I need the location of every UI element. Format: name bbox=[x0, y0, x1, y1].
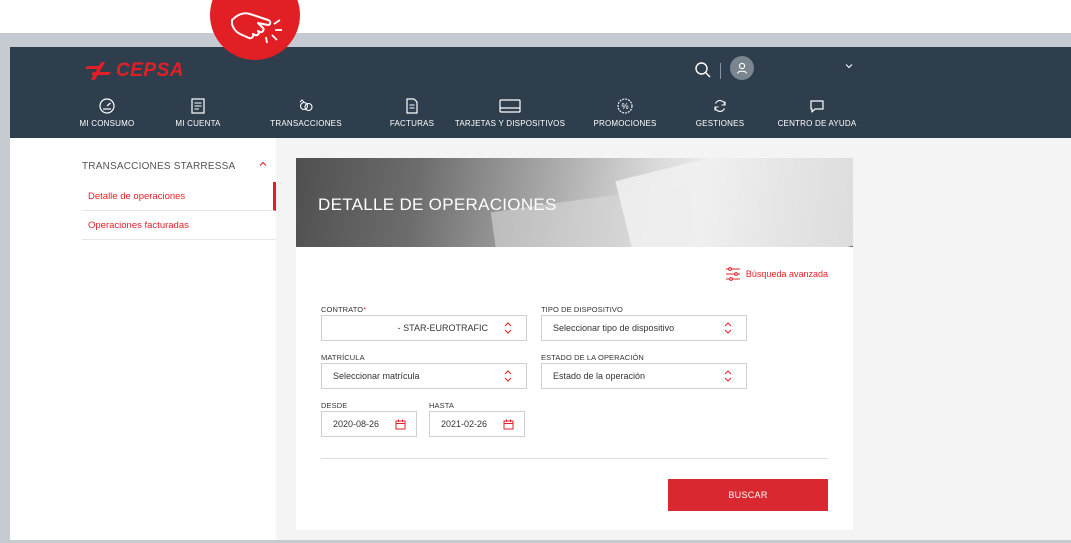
tipo-dispositivo-label: TIPO DE DISPOSITIVO bbox=[541, 305, 623, 314]
contrato-value: - STAR-EUROTRAFIC bbox=[397, 323, 488, 333]
contrato-select[interactable]: - STAR-EUROTRAFIC bbox=[321, 315, 527, 341]
search-form: Búsqueda avanzada CONTRATO* - STAR-EUROT… bbox=[296, 247, 853, 530]
form-divider bbox=[321, 458, 828, 459]
svg-text:%: % bbox=[621, 102, 628, 111]
banner-image-paper bbox=[615, 158, 853, 247]
brand-name: CEPSA bbox=[116, 60, 184, 81]
nav-label: PROMOCIONES bbox=[593, 119, 657, 128]
nav-label: MI CONSUMO bbox=[79, 119, 135, 128]
hand-pointer-icon bbox=[231, 12, 282, 44]
nav-label: MI CUENTA bbox=[175, 119, 221, 128]
app-window: CEPSA MI CONSUMO MI CUENTA TRANSACCIONES… bbox=[10, 47, 1071, 540]
nav-gestiones[interactable]: GESTIONES bbox=[690, 97, 750, 133]
nav-tarjetas-dispositivos[interactable]: TARJETAS Y DISPOSITIVOS bbox=[450, 97, 570, 133]
search-button[interactable]: BUSCAR bbox=[668, 479, 828, 511]
gauge-icon bbox=[99, 98, 115, 114]
estado-label: ESTADO DE LA OPERACIÓN bbox=[541, 353, 644, 362]
desde-label: DESDE bbox=[321, 401, 348, 410]
sidebar-item-label: Detalle de operaciones bbox=[88, 190, 186, 202]
cepsa-logo-mark-icon bbox=[85, 60, 112, 82]
desde-date-input[interactable]: 2020-08-26 bbox=[321, 411, 417, 437]
advanced-search-link[interactable]: Búsqueda avanzada bbox=[725, 267, 828, 281]
transactions-icon bbox=[299, 99, 313, 112]
tipo-dispositivo-value: Seleccionar tipo de dispositivo bbox=[553, 323, 675, 333]
hasta-label: HASTA bbox=[429, 401, 454, 410]
chat-icon bbox=[810, 100, 824, 113]
matricula-select[interactable]: Seleccionar matrícula bbox=[321, 363, 527, 389]
filter-sliders-icon bbox=[725, 267, 740, 281]
invoice-icon bbox=[406, 98, 418, 114]
nav-mi-cuenta[interactable]: MI CUENTA bbox=[168, 97, 228, 133]
nav-facturas[interactable]: FACTURAS bbox=[382, 97, 442, 133]
top-header: CEPSA MI CONSUMO MI CUENTA TRANSACCIONES… bbox=[10, 47, 1071, 138]
user-icon bbox=[736, 62, 748, 74]
matricula-label: MATRÍCULA bbox=[321, 353, 365, 362]
chevron-down-icon[interactable] bbox=[844, 61, 854, 71]
select-arrows-icon bbox=[724, 370, 732, 382]
sidebar: TRANSACCIONES STARRESSA Detalle de opera… bbox=[10, 138, 276, 540]
cepsa-logo[interactable]: CEPSA bbox=[85, 57, 184, 85]
required-mark: * bbox=[363, 305, 367, 314]
nav-label: GESTIONES bbox=[695, 119, 745, 128]
select-arrows-icon bbox=[504, 370, 512, 382]
select-arrows-icon bbox=[504, 322, 512, 334]
sidebar-section-title: TRANSACCIONES STARRESSA bbox=[82, 161, 236, 172]
nav-label: TRANSACCIONES bbox=[270, 119, 342, 128]
percent-icon: % bbox=[617, 98, 633, 114]
calendar-icon[interactable] bbox=[503, 419, 514, 430]
page-banner: DETALLE DE OPERACIONES bbox=[296, 158, 853, 247]
calendar-icon[interactable] bbox=[395, 419, 406, 430]
search-icon[interactable] bbox=[694, 61, 712, 79]
nav-label: CENTRO DE AYUDA bbox=[777, 119, 857, 128]
nav-transacciones[interactable]: TRANSACCIONES bbox=[266, 97, 346, 133]
hasta-value: 2021-02-26 bbox=[441, 419, 488, 429]
select-arrows-icon bbox=[724, 322, 732, 334]
advanced-search-label: Búsqueda avanzada bbox=[745, 269, 828, 279]
tipo-dispositivo-select[interactable]: Seleccionar tipo de dispositivo bbox=[541, 315, 747, 341]
card-icon bbox=[499, 99, 521, 113]
nav-promociones[interactable]: % PROMOCIONES bbox=[590, 97, 660, 133]
refresh-icon bbox=[714, 100, 726, 112]
nav-centro-ayuda[interactable]: CENTRO DE AYUDA bbox=[772, 97, 862, 133]
hasta-date-input[interactable]: 2021-02-26 bbox=[429, 411, 525, 437]
estado-select[interactable]: Estado de la operación bbox=[541, 363, 747, 389]
user-avatar[interactable] bbox=[730, 56, 754, 80]
sidebar-item-detalle-operaciones[interactable]: Detalle de operaciones bbox=[82, 182, 276, 211]
nav-label: FACTURAS bbox=[389, 119, 435, 128]
page-title: DETALLE DE OPERACIONES bbox=[318, 195, 557, 214]
header-divider bbox=[720, 63, 721, 79]
contrato-label-text: CONTRATO bbox=[321, 305, 364, 314]
matricula-value: Seleccionar matrícula bbox=[333, 371, 420, 381]
chevron-up-icon bbox=[259, 161, 267, 166]
nav-mi-consumo[interactable]: MI CONSUMO bbox=[76, 97, 138, 133]
sidebar-section-header[interactable]: TRANSACCIONES STARRESSA bbox=[82, 156, 276, 182]
account-icon bbox=[191, 98, 205, 114]
nav-label: TARJETAS Y DISPOSITIVOS bbox=[454, 119, 566, 128]
sidebar-item-label: Operaciones facturadas bbox=[88, 219, 189, 231]
estado-value: Estado de la operación bbox=[553, 371, 646, 381]
desde-value: 2020-08-26 bbox=[333, 419, 380, 429]
contrato-label: CONTRATO* bbox=[321, 305, 366, 314]
sidebar-item-operaciones-facturadas[interactable]: Operaciones facturadas bbox=[82, 211, 276, 240]
